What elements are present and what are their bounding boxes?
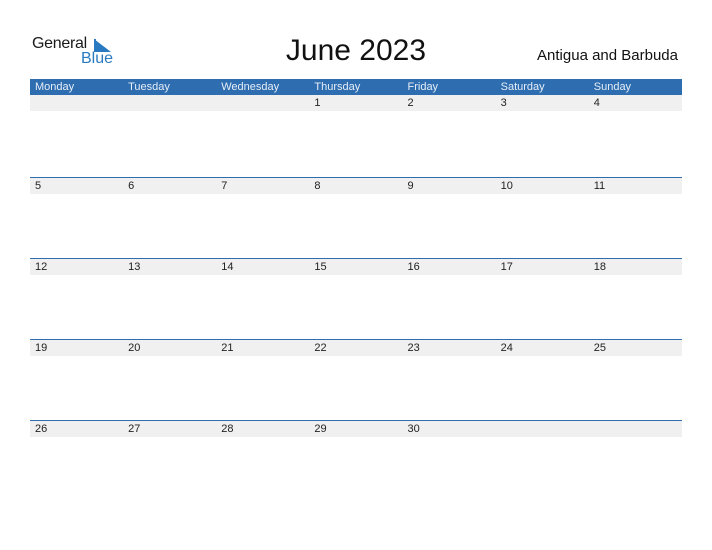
day-cell: 21: [221, 342, 234, 354]
week-row-2: 5 6 7 8 9 10 11: [30, 177, 682, 194]
weekday-saturday: Saturday: [500, 81, 545, 93]
day-cell: 2: [407, 97, 414, 109]
day-cell: 18: [593, 261, 606, 273]
day-cell: 12: [35, 261, 48, 273]
day-cell: [30, 95, 123, 111]
weekday-thursday: Thursday: [314, 81, 361, 93]
day-cell: 22: [314, 342, 327, 354]
country-label: Antigua and Barbuda: [537, 47, 678, 64]
day-cell: [216, 95, 309, 111]
day-cell: 15: [314, 261, 327, 273]
day-cell: 7: [221, 180, 228, 192]
weekday-friday: Friday: [407, 81, 439, 93]
day-cell: [496, 421, 589, 437]
week-row-5: 26 27 28 29 30: [30, 420, 682, 437]
day-cell: 6: [128, 180, 135, 192]
day-cell: 9: [407, 180, 414, 192]
weekday-sunday: Sunday: [593, 81, 632, 93]
weekday-monday: Monday: [35, 81, 75, 93]
day-cell: 10: [500, 180, 513, 192]
day-cell: 29: [314, 423, 327, 435]
day-cell: 23: [407, 342, 420, 354]
day-cell: 26: [35, 423, 48, 435]
day-cell: 25: [593, 342, 606, 354]
day-cell: 14: [221, 261, 234, 273]
weekday-wednesday: Wednesday: [221, 81, 280, 93]
day-cell: 8: [314, 180, 321, 192]
day-cell: 24: [500, 342, 513, 354]
day-cell: 17: [500, 261, 513, 273]
weekday-header: Monday Tuesday Wednesday Thursday Friday…: [30, 79, 682, 95]
day-cell: 30: [407, 423, 420, 435]
day-cell: 20: [128, 342, 141, 354]
day-cell: 13: [128, 261, 141, 273]
day-cell: [589, 421, 682, 437]
day-cell: 11: [593, 180, 606, 192]
day-cell: 1: [314, 97, 321, 109]
day-cell: 27: [128, 423, 141, 435]
weekday-tuesday: Tuesday: [128, 81, 170, 93]
week-row-1: 1 2 3 4: [30, 95, 682, 111]
day-cell: 5: [35, 180, 42, 192]
day-cell: 28: [221, 423, 234, 435]
day-cell: 3: [500, 97, 507, 109]
day-cell: 4: [593, 97, 600, 109]
week-row-4: 19 20 21 22 23 24 25: [30, 339, 682, 356]
day-cell: [123, 95, 216, 111]
day-cell: 16: [407, 261, 420, 273]
day-cell: 19: [35, 342, 48, 354]
week-row-3: 12 13 14 15 16 17 18: [30, 258, 682, 275]
